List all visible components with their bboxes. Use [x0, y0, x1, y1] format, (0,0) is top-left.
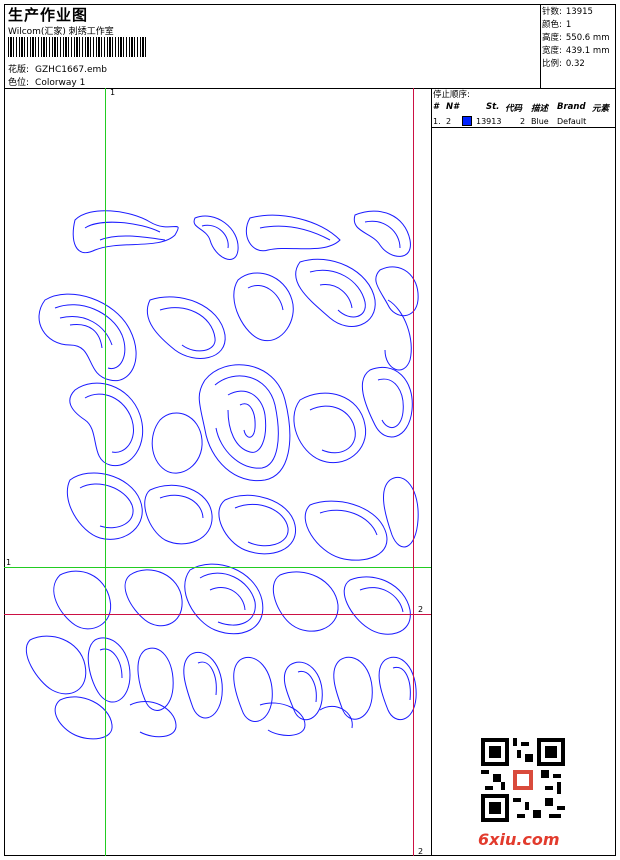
red-guide-label-right: 2: [418, 605, 424, 614]
embroidery-pattern: [25, 210, 419, 740]
red-guide-label-bottom: 2: [418, 847, 424, 856]
green-guide-vertical: [105, 88, 106, 856]
stitch-paths: [25, 210, 419, 740]
red-guide-horizontal: [4, 614, 431, 615]
red-guide-vertical: [413, 88, 414, 856]
green-guide-label-left: 1: [6, 558, 12, 567]
qr-code: [481, 738, 565, 822]
green-guide-horizontal: [4, 567, 431, 568]
watermark-text: 6xiu.com: [478, 830, 560, 849]
green-guide-label-top: 1: [110, 88, 116, 97]
